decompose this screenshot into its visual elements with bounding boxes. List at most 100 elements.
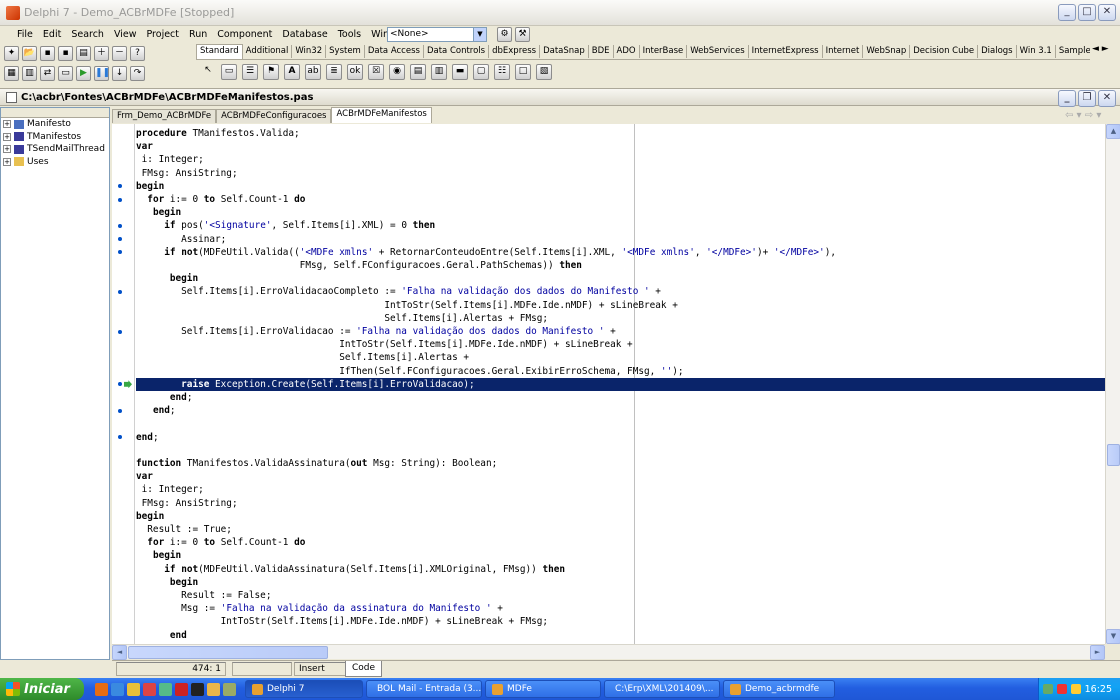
code-line[interactable]: end; (136, 431, 1105, 444)
palette-tab[interactable]: Standard (196, 43, 243, 59)
code-line[interactable]: FMsg: AnsiString; (136, 497, 1105, 510)
expand-icon[interactable]: + (3, 157, 11, 166)
horizontal-scroll-thumb[interactable] (128, 646, 328, 659)
scroll-left-icon[interactable]: ◄ (112, 645, 127, 660)
scrollbar-icon[interactable]: ▬ (452, 64, 468, 80)
code-line[interactable]: IntToStr(Self.Items[i].MDFe.Ide.nMDF) + … (136, 615, 1105, 628)
code-line[interactable]: FMsg, Self.FConfiguracoes.Geral.PathSche… (136, 259, 1105, 272)
code-line[interactable]: Self.Items[i].ErroValidacao := 'Falha na… (136, 325, 1105, 338)
combobox-icon[interactable]: ▥ (431, 64, 447, 80)
quicklaunch-chrome-icon[interactable] (127, 682, 140, 696)
breakpoint-dot-icon[interactable] (118, 250, 122, 255)
view-form-icon[interactable]: ▥ (22, 65, 37, 81)
run-icon[interactable]: ▶ (76, 65, 91, 81)
editor-restore-button[interactable]: ❐ (1078, 90, 1096, 107)
palette-tab[interactable]: InterBase (640, 44, 688, 58)
step-over-icon[interactable]: ↷ (130, 65, 145, 81)
mainmenu-icon[interactable]: ☰ (242, 64, 258, 80)
palette-tab[interactable]: BDE (589, 44, 614, 58)
view-unit-icon[interactable]: ▦ (4, 65, 19, 81)
palette-tab[interactable]: Data Access (365, 44, 424, 58)
chevron-down-icon[interactable]: ▼ (473, 28, 486, 41)
horizontal-scrollbar[interactable]: ◄ ► (112, 644, 1105, 660)
breakpoint-dot-icon[interactable] (118, 237, 122, 242)
breakpoint-dot-icon[interactable] (118, 223, 122, 228)
code-line[interactable]: Assinar; (136, 233, 1105, 246)
code-line[interactable]: IntToStr(Self.Items[i].MDFe.Ide.nMDF) + … (136, 338, 1105, 351)
taskbar-button[interactable]: Delphi 7 (245, 680, 363, 698)
label-icon[interactable]: A (284, 64, 300, 80)
code-line[interactable]: begin (136, 549, 1105, 562)
close-button[interactable]: ✕ (1098, 4, 1116, 21)
explorer-item[interactable]: + Manifesto (1, 118, 109, 131)
remove-file-icon[interactable]: － (112, 45, 127, 61)
open-project-icon[interactable]: ▤ (76, 45, 91, 61)
save-desktop-icon[interactable]: ⚙ (497, 27, 512, 42)
code-line[interactable]: if not(MDFeUtil.Valida(('<MDFe xmlns' + … (136, 246, 1105, 259)
minimize-button[interactable]: _ (1058, 4, 1076, 21)
edit-icon[interactable]: ab (305, 64, 321, 80)
code-line[interactable]: for i:= 0 to Self.Count-1 do (136, 193, 1105, 206)
editor-gutter[interactable] (112, 124, 135, 644)
quicklaunch-firefox-icon[interactable] (95, 682, 108, 696)
quicklaunch-folder-icon[interactable] (207, 682, 220, 696)
code-line[interactable] (136, 444, 1105, 457)
breakpoint-dot-icon[interactable] (118, 329, 122, 334)
code-view-tab[interactable]: Code (345, 661, 383, 677)
palette-tab[interactable]: DataSnap (540, 44, 589, 58)
code-line[interactable]: Self.Items[i].ErroValidacaoCompleto := '… (136, 285, 1105, 298)
explorer-item[interactable]: + TSendMailThread (1, 143, 109, 156)
file-tab[interactable]: ACBrMDFeConfiguracoes (216, 109, 332, 123)
new-icon[interactable]: ✦ (4, 45, 19, 61)
code-line[interactable]: raise Exception.Create(Self.Items[i].Err… (136, 377, 1105, 391)
code-editor[interactable]: procedure TManifestos.Valida; var i: Inte… (112, 124, 1105, 644)
help-icon[interactable]: ? (130, 45, 145, 61)
palette-tab[interactable]: Dialogs (978, 44, 1017, 58)
code-line[interactable]: for i:= 0 to Self.Count-1 do (136, 536, 1105, 549)
pointer-icon[interactable]: ↖ (200, 64, 216, 80)
popupmenu-icon[interactable]: ⚑ (263, 64, 279, 80)
listbox-icon[interactable]: ▤ (410, 64, 426, 80)
code-line[interactable]: begin (136, 576, 1105, 589)
desktop-combo[interactable]: <None> ▼ (387, 27, 487, 42)
trace-into-icon[interactable]: ↓ (112, 65, 127, 81)
palette-tab[interactable]: Samples (1056, 45, 1090, 58)
editor-minimize-button[interactable]: _ (1058, 90, 1076, 107)
code-line[interactable]: Result := False; (136, 589, 1105, 602)
editor-close-button[interactable]: ✕ (1098, 90, 1116, 107)
code-line[interactable]: Msg := 'Falha na validação da assinatura… (136, 602, 1105, 615)
vertical-scrollbar[interactable]: ▲ ▼ (1105, 124, 1120, 644)
palette-scroll-arrows-icon[interactable]: ◄ ► (1092, 44, 1109, 54)
tray-icon[interactable] (1070, 684, 1081, 694)
code-line[interactable]: Self.Items[i].Alertas + (136, 351, 1105, 364)
palette-tab[interactable]: Internet (823, 44, 864, 58)
scroll-up-icon[interactable]: ▲ (1106, 124, 1120, 139)
code-line[interactable]: procedure TManifestos.Valida; (136, 127, 1105, 140)
palette-tab[interactable]: Decision Cube (910, 44, 979, 58)
checkbox-icon[interactable]: ☒ (368, 64, 384, 80)
radiogroup-icon[interactable]: ☷ (494, 64, 510, 80)
save-all-icon[interactable]: ▪ (58, 45, 73, 61)
taskbar-button[interactable]: BOL Mail - Entrada (3... (366, 680, 482, 698)
button-icon[interactable]: ok (347, 64, 363, 80)
breakpoint-dot-icon[interactable] (118, 197, 122, 202)
menu-item[interactable]: Search (66, 29, 109, 40)
explorer-item[interactable]: + TManifestos (1, 131, 109, 144)
code-line[interactable]: begin (136, 272, 1105, 285)
menu-item[interactable]: View (109, 29, 142, 40)
code-line[interactable]: end; (136, 404, 1105, 417)
code-line[interactable]: IfThen(Self.FConfiguracoes.Geral.ExibirE… (136, 365, 1105, 378)
radiobutton-icon[interactable]: ◉ (389, 64, 405, 80)
expand-icon[interactable]: + (3, 145, 11, 154)
code-line[interactable]: function TManifestos.ValidaAssinatura(ou… (136, 457, 1105, 470)
file-tab[interactable]: ACBrMDFeManifestos (331, 107, 432, 123)
palette-tab[interactable]: Additional (243, 44, 293, 58)
palette-tab[interactable]: System (326, 44, 365, 58)
add-file-icon[interactable]: ＋ (94, 45, 109, 61)
palette-tab[interactable]: dbExpress (489, 44, 541, 58)
code-line[interactable]: begin (136, 510, 1105, 523)
menu-item[interactable]: Project (142, 29, 185, 40)
palette-tab[interactable]: InternetExpress (749, 44, 823, 58)
breakpoint-dot-icon[interactable] (118, 435, 122, 440)
code-line[interactable]: i: Integer; (136, 483, 1105, 496)
